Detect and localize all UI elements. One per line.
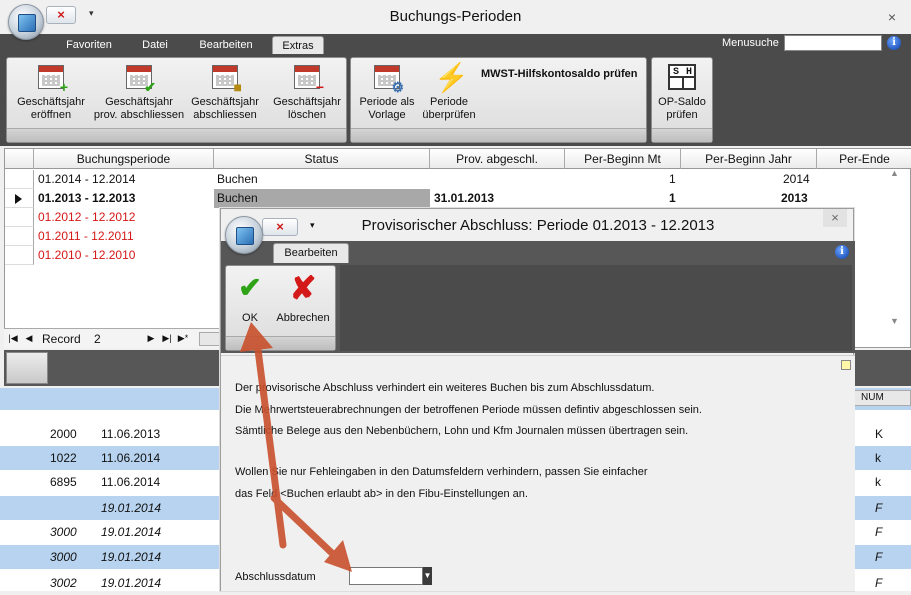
periode-als-vorlage-button[interactable]: ⚙ Periode als Vorlage [355, 62, 419, 122]
dialog-title: Provisorischer Abschluss: Periode 01.201… [361, 217, 715, 234]
col-per-beginn-jahr[interactable]: Per-Beginn Jahr [681, 149, 817, 169]
cube-icon [236, 227, 254, 245]
col-prov-abgeschl[interactable]: Prov. abgeschl. [430, 149, 565, 169]
col-buchungsperiode[interactable]: Buchungsperiode [34, 149, 214, 169]
checkmark-icon: ✔ [238, 272, 262, 303]
app-menu-orb[interactable] [8, 4, 44, 40]
col-per-beginn-mt[interactable]: Per-Beginn Mt [565, 149, 681, 169]
dialog-ribbon: ✔ OK ✘ Abbrechen [221, 263, 855, 353]
dialog-info-icon[interactable]: i [835, 245, 849, 259]
periode-ueberpruefen-button[interactable]: ⚡ Periode überprüfen [417, 62, 481, 122]
current-row-indicator[interactable] [5, 189, 34, 208]
info-text-line: Die Mehrwertsteuerabrechnungen der betro… [235, 404, 702, 416]
calendar-delete-icon: − [292, 62, 324, 94]
op-saldo-pruefen-button[interactable]: SH OP-Saldo prüfen [654, 62, 710, 122]
grid-horizontal-scrollbar[interactable] [199, 332, 221, 346]
tab-datei[interactable]: Datei [130, 36, 180, 54]
info-text-line: Der provisorische Abschluss verhindert e… [235, 382, 655, 394]
ribbon-group-op-saldo: SH OP-Saldo prüfen [651, 57, 713, 143]
table-row[interactable]: 01.2014 - 12.2014 Buchen 1 2014 [5, 170, 911, 189]
tab-extras[interactable]: Extras [272, 36, 324, 54]
table-row-current[interactable]: 01.2013 - 12.2013 Buchen 31.01.2013 1 20… [5, 189, 911, 208]
ribbon-tab-bar: Favoriten Datei Bearbeiten Extras Menusu… [0, 34, 911, 54]
menusuche-label: Menusuche [722, 37, 779, 49]
calendar-gear-icon: ⚙ [372, 62, 404, 94]
window-title: Buchungs-Perioden [389, 8, 522, 25]
last-record-icon[interactable]: ▶| [160, 331, 174, 346]
info-text-line: Wollen Sie nur Fehleingaben in den Datum… [235, 466, 648, 478]
dialog-ribbon-group: ✔ OK ✘ Abbrechen [225, 265, 336, 351]
cube-icon [18, 14, 36, 32]
dialog-tab-bar: Bearbeiten i [221, 241, 855, 263]
abschlussdatum-label: Abschlussdatum [235, 571, 316, 583]
info-text-line: das Feld <Buchen erlaubt ab> in den Fibu… [235, 488, 528, 500]
cross-icon: ✘ [289, 270, 317, 306]
geschaeftsjahr-prov-abschliessen-button[interactable]: ✔ Geschäftsjahr prov. abschliessen [93, 62, 185, 122]
col-per-ende[interactable]: Per-Ende [817, 149, 911, 169]
provisorischer-abschluss-dialog: × ▾ Provisorischer Abschluss: Periode 01… [220, 208, 855, 591]
num-lock-indicator: NUM [854, 390, 911, 406]
prev-record-icon[interactable]: ◀ [22, 331, 36, 346]
title-bar: × ▾ Buchungs-Perioden × [0, 0, 911, 40]
mwst-hilfskontosaldo-button[interactable]: MWST-Hilfskontosaldo prüfen [481, 68, 637, 80]
geschaeftsjahr-abschliessen-button[interactable]: ■ Geschäftsjahr abschliessen [185, 62, 265, 122]
calendar-add-icon: + [36, 62, 68, 94]
first-record-icon[interactable]: |◀ [6, 331, 20, 346]
window-close-button[interactable]: × [881, 8, 903, 26]
date-dropdown-icon[interactable]: ▼ [423, 567, 432, 585]
ribbon-group-periode: ⚙ Periode als Vorlage ⚡ Periode überprüf… [350, 57, 647, 143]
grid-vertical-scrollbar[interactable]: ▲ ▼ [886, 168, 906, 328]
new-record-icon[interactable]: ▶* [176, 331, 190, 346]
record-number-field[interactable]: 2 [94, 332, 146, 346]
col-status[interactable]: Status [214, 149, 430, 169]
calendar-check-icon: ✔ [124, 62, 156, 94]
next-record-icon[interactable]: ▶ [144, 331, 158, 346]
grid-header: Buchungsperiode Status Prov. abgeschl. P… [5, 149, 911, 169]
ok-button[interactable]: ✔ OK [230, 272, 270, 324]
calendar-lock-icon: ■ [210, 62, 242, 94]
record-navigator: |◀ ◀ Record 2 ▶ ▶| ▶* [4, 328, 221, 348]
tab-bearbeiten[interactable]: Bearbeiten [190, 36, 262, 54]
panel-handle[interactable] [6, 352, 48, 384]
tab-favoriten[interactable]: Favoriten [54, 36, 124, 54]
geschaeftsjahr-eroeffnen-button[interactable]: + Geschäftsjahr eröffnen [11, 62, 91, 122]
info-text-line: Sämtliche Belege aus den Nebenbüchern, L… [235, 425, 689, 437]
saldo-ledger-icon: SH [667, 62, 697, 92]
dialog-close-button[interactable]: × [823, 209, 847, 227]
dialog-app-orb[interactable] [225, 216, 263, 254]
record-label: Record [42, 332, 81, 346]
ribbon-body: + Geschäftsjahr eröffnen ✔ Geschäftsjahr… [0, 54, 911, 146]
ribbon-group-geschaeftsjahr: + Geschäftsjahr eröffnen ✔ Geschäftsjahr… [6, 57, 347, 143]
resize-corner-icon[interactable] [841, 360, 851, 370]
tab-bearbeiten[interactable]: Bearbeiten [273, 243, 349, 263]
menusuche-input[interactable] [784, 35, 882, 51]
abbrechen-button[interactable]: ✘ Abbrechen [272, 272, 334, 324]
geschaeftsjahr-loeschen-button[interactable]: − Geschäftsjahr löschen [267, 62, 347, 122]
dialog-body: Der provisorische Abschluss verhindert e… [221, 355, 855, 591]
abschlussdatum-input[interactable] [349, 567, 423, 585]
info-icon[interactable]: i [887, 36, 901, 50]
lightning-icon: ⚡ [434, 62, 469, 93]
